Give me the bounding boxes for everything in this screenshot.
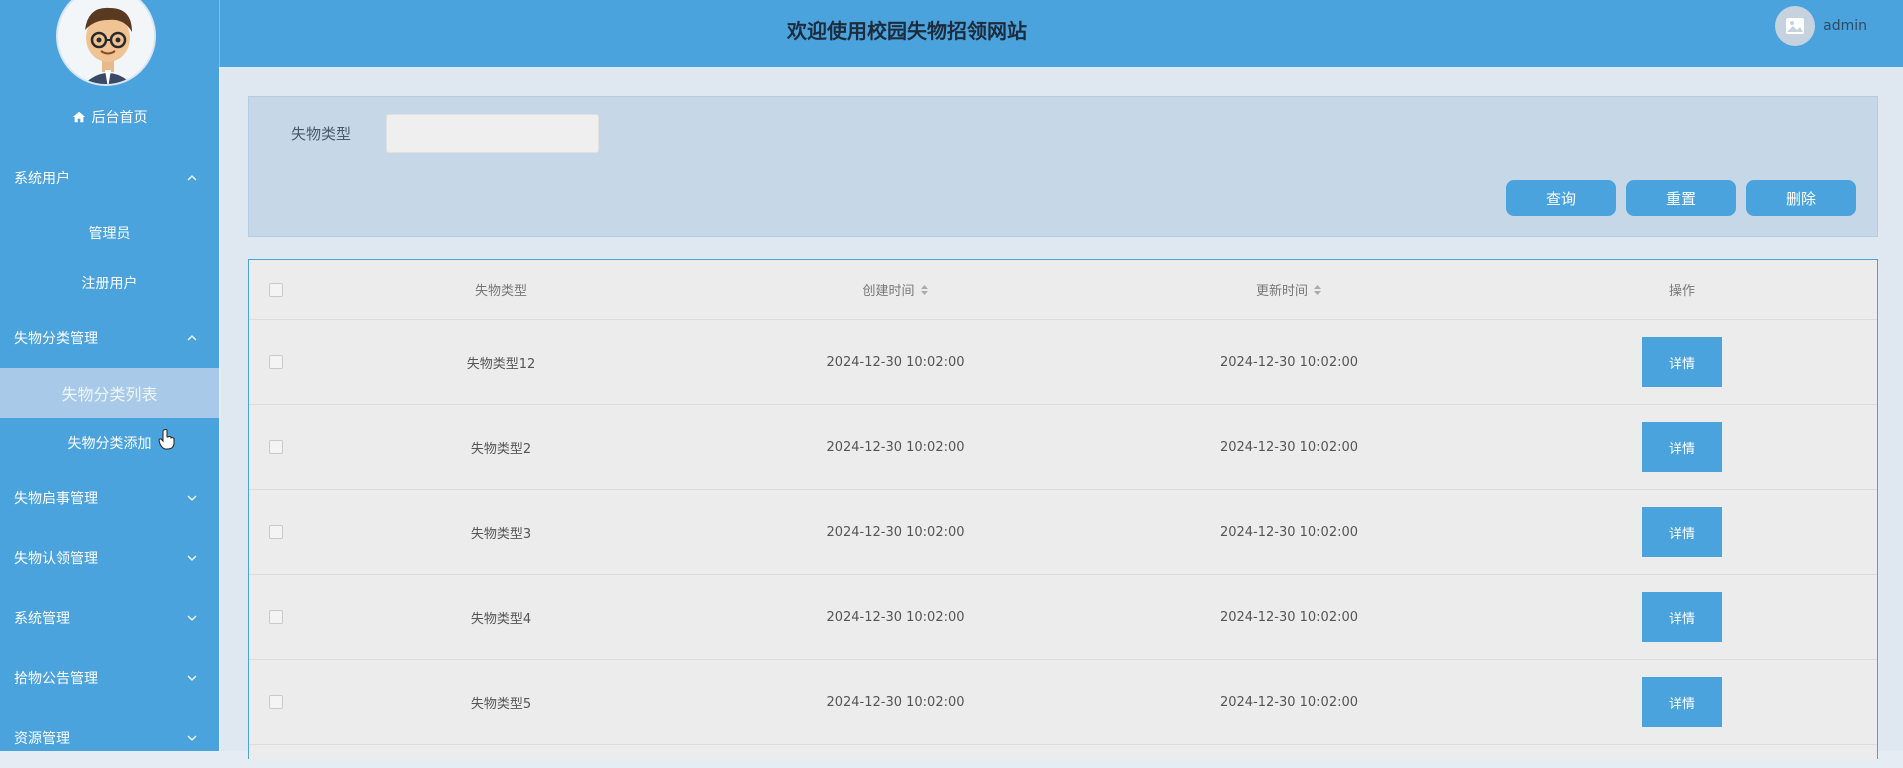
- sort-icon[interactable]: [920, 284, 929, 296]
- cell-created: 2024-12-30 10:02:00: [826, 694, 965, 710]
- detail-button[interactable]: 详情: [1642, 507, 1722, 557]
- sidebar-menu: 系统用户 管理员 注册用户 失物分类管理 失物分类列表 失物分类添加 失物启事管…: [0, 148, 219, 768]
- table-row: 失物类型5 2024-12-30 10:02:00 2024-12-30 10:…: [249, 660, 1877, 745]
- select-all-checkbox[interactable]: [269, 282, 283, 297]
- cell-type: 失物类型2: [470, 441, 532, 457]
- search-label: 失物类型: [291, 125, 352, 143]
- data-table: 失物类型 创建时间 更新时间 操作 失物类型12 2024-12-30 10:0…: [248, 259, 1878, 759]
- cell-type: 失物类型12: [466, 356, 536, 372]
- cell-created: 2024-12-30 10:02:00: [826, 524, 965, 540]
- sidebar-item-category-list[interactable]: 失物分类列表: [0, 368, 219, 418]
- sidebar-home-label: 后台首页: [91, 110, 148, 126]
- table-header: 失物类型 创建时间 更新时间 操作: [249, 260, 1877, 320]
- chevron-down-icon: [187, 495, 197, 501]
- sidebar-group-found-notice[interactable]: 拾物公告管理: [0, 648, 219, 708]
- sidebar-item-admins[interactable]: 管理员: [0, 208, 219, 258]
- cell-updated: 2024-12-30 10:02:00: [1219, 609, 1359, 625]
- table-row: 失物类型2 2024-12-30 10:02:00 2024-12-30 10:…: [249, 405, 1877, 490]
- row-checkbox[interactable]: [269, 355, 283, 369]
- column-header-action: 操作: [1486, 260, 1878, 319]
- search-input[interactable]: [386, 114, 599, 153]
- sidebar-group-label: 系统用户: [14, 171, 70, 187]
- sidebar-group-lost-category[interactable]: 失物分类管理: [0, 308, 219, 368]
- cell-updated: 2024-12-30 10:02:00: [1219, 354, 1359, 370]
- chevron-down-icon: [187, 675, 197, 681]
- detail-button[interactable]: 详情: [1642, 422, 1722, 472]
- chevron-down-icon: [187, 735, 197, 741]
- sidebar-home-link[interactable]: 后台首页: [0, 107, 219, 127]
- reset-button[interactable]: 重置: [1626, 180, 1736, 216]
- cell-type: 失物类型4: [470, 611, 532, 627]
- sidebar-item-registered-users[interactable]: 注册用户: [0, 258, 219, 308]
- cell-updated: 2024-12-30 10:02:00: [1219, 524, 1359, 540]
- cartoon-avatar-icon: [58, 0, 154, 84]
- column-header-type: 失物类型: [303, 260, 699, 319]
- cell-created: 2024-12-30 10:02:00: [826, 609, 965, 625]
- sidebar-group-label: 失物启事管理: [14, 491, 98, 507]
- cell-updated: 2024-12-30 10:02:00: [1219, 694, 1359, 710]
- sidebar-group-label: 系统管理: [14, 611, 70, 627]
- column-header-created[interactable]: 创建时间: [699, 260, 1092, 319]
- column-header-updated[interactable]: 更新时间: [1092, 260, 1486, 319]
- delete-button[interactable]: 删除: [1746, 180, 1856, 216]
- top-header: 欢迎使用校园失物招领网站 admin: [219, 0, 1903, 67]
- sidebar-item-label: 失物分类列表: [61, 385, 158, 404]
- row-checkbox[interactable]: [269, 610, 283, 624]
- sidebar-group-label: 资源管理: [14, 731, 70, 747]
- column-label: 更新时间: [1255, 284, 1308, 299]
- sidebar-avatar: [56, 0, 156, 86]
- cell-updated: 2024-12-30 10:02:00: [1219, 439, 1359, 455]
- column-label: 失物类型: [474, 284, 527, 299]
- query-button[interactable]: 查询: [1506, 180, 1616, 216]
- home-icon: [72, 111, 85, 123]
- sidebar-group-resources[interactable]: 资源管理: [0, 708, 219, 768]
- sidebar-group-lost-claim[interactable]: 失物认领管理: [0, 528, 219, 588]
- user-avatar: [1775, 6, 1816, 46]
- user-name: admin: [1823, 18, 1867, 34]
- sidebar-item-category-add[interactable]: 失物分类添加: [0, 418, 219, 468]
- detail-button[interactable]: 详情: [1642, 337, 1722, 387]
- sidebar-item-label: 失物分类添加: [67, 436, 152, 452]
- sidebar-group-system-manage[interactable]: 系统管理: [0, 588, 219, 648]
- column-label: 创建时间: [862, 284, 915, 299]
- sort-icon[interactable]: [1313, 284, 1322, 296]
- search-panel: 失物类型 查询 重置 删除: [248, 96, 1878, 237]
- detail-button[interactable]: 详情: [1642, 592, 1722, 642]
- main-content: 失物类型 查询 重置 删除 失物类型 创建时间 更新时间 操作 失物类型12 2…: [221, 67, 1903, 759]
- site-title: 欢迎使用校园失物招领网站: [787, 19, 1027, 43]
- hand-cursor-icon: [158, 429, 175, 450]
- cell-created: 2024-12-30 10:02:00: [826, 439, 965, 455]
- header-checkbox-cell: [249, 260, 303, 319]
- image-placeholder-icon: [1786, 18, 1805, 34]
- chevron-down-icon: [187, 615, 197, 621]
- sidebar-group-system-users[interactable]: 系统用户: [0, 148, 219, 208]
- table-row: 失物类型12 2024-12-30 10:02:00 2024-12-30 10…: [249, 320, 1877, 405]
- detail-button[interactable]: 详情: [1642, 677, 1722, 727]
- cell-created: 2024-12-30 10:02:00: [826, 354, 965, 370]
- row-checkbox[interactable]: [269, 525, 283, 539]
- cell-type: 失物类型5: [470, 696, 532, 712]
- chevron-up-icon: [187, 175, 197, 181]
- table-row: 失物类型3 2024-12-30 10:02:00 2024-12-30 10:…: [249, 490, 1877, 575]
- sidebar-item-label: 注册用户: [81, 276, 138, 292]
- row-checkbox[interactable]: [269, 695, 283, 709]
- chevron-down-icon: [187, 555, 197, 561]
- chevron-up-icon: [187, 335, 197, 341]
- table-row: 失物类型4 2024-12-30 10:02:00 2024-12-30 10:…: [249, 575, 1877, 660]
- sidebar-group-label: 失物认领管理: [14, 551, 98, 567]
- sidebar: 后台首页 系统用户 管理员 注册用户 失物分类管理 失物分类列表 失物分类添加 …: [0, 0, 219, 751]
- cell-type: 失物类型3: [470, 526, 532, 542]
- user-menu[interactable]: admin: [1775, 6, 1867, 46]
- sidebar-group-label: 拾物公告管理: [14, 671, 98, 687]
- column-label: 操作: [1668, 284, 1695, 299]
- sidebar-item-label: 管理员: [88, 226, 131, 242]
- sidebar-group-lost-notice[interactable]: 失物启事管理: [0, 468, 219, 528]
- sidebar-group-label: 失物分类管理: [14, 331, 98, 347]
- row-checkbox[interactable]: [269, 440, 283, 454]
